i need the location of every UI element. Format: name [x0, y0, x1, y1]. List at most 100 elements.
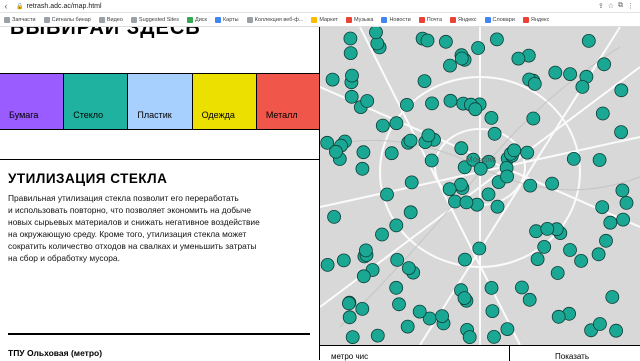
map-marker[interactable]: [526, 111, 541, 126]
map-marker[interactable]: [605, 290, 620, 304]
map-marker[interactable]: [343, 46, 358, 61]
map-marker[interactable]: [581, 33, 596, 48]
map-canvas[interactable]: [320, 27, 640, 345]
map-marker[interactable]: [520, 145, 535, 160]
map-marker[interactable]: [514, 280, 529, 295]
map-marker[interactable]: [481, 187, 496, 202]
map-marker[interactable]: [442, 182, 457, 197]
map-marker[interactable]: [619, 195, 634, 210]
category-clothes[interactable]: Одежда: [192, 74, 257, 129]
map-marker[interactable]: [370, 328, 385, 343]
map-marker[interactable]: [384, 146, 399, 161]
map-marker[interactable]: [343, 31, 358, 46]
map-marker[interactable]: [592, 153, 607, 167]
map-marker[interactable]: [472, 241, 487, 256]
map-marker[interactable]: [459, 195, 474, 210]
metro-search-input[interactable]: метро чис: [320, 346, 510, 361]
map-marker[interactable]: [325, 72, 340, 87]
map-marker[interactable]: [468, 102, 483, 117]
bookmark-item[interactable]: Яндекс: [522, 16, 549, 23]
bookmark-item[interactable]: Запчасти: [4, 16, 36, 23]
map-marker[interactable]: [550, 266, 565, 280]
map-marker[interactable]: [487, 329, 501, 344]
map-marker[interactable]: [389, 280, 404, 295]
map-marker[interactable]: [327, 209, 342, 224]
bookmark-item[interactable]: Сигналы бинар: [43, 16, 91, 23]
map-marker[interactable]: [471, 41, 486, 55]
map-marker[interactable]: [490, 199, 505, 214]
map-marker[interactable]: [485, 304, 500, 319]
map-marker[interactable]: [344, 89, 359, 104]
map[interactable]: Moscow: [320, 27, 640, 345]
map-marker[interactable]: [591, 247, 606, 262]
show-button[interactable]: Показать: [510, 346, 640, 361]
map-marker[interactable]: [328, 144, 343, 159]
extensions-icon[interactable]: ⧉: [618, 2, 623, 10]
map-marker[interactable]: [420, 33, 435, 48]
map-marker[interactable]: [484, 111, 499, 125]
map-marker[interactable]: [530, 252, 545, 267]
map-marker[interactable]: [443, 93, 458, 108]
map-marker[interactable]: [389, 218, 404, 233]
map-marker[interactable]: [566, 151, 581, 166]
bookmark-item[interactable]: Карты: [214, 16, 239, 23]
map-marker[interactable]: [404, 175, 419, 190]
map-marker[interactable]: [417, 74, 432, 88]
bookmark-item[interactable]: Suggested Sites: [130, 16, 179, 23]
map-marker[interactable]: [375, 118, 390, 133]
map-marker[interactable]: [425, 96, 439, 111]
map-marker[interactable]: [400, 319, 415, 334]
map-marker[interactable]: [355, 161, 370, 176]
map-marker[interactable]: [389, 116, 404, 131]
map-marker[interactable]: [574, 253, 589, 268]
map-marker[interactable]: [551, 309, 566, 324]
bookmark-item[interactable]: Видео: [98, 16, 123, 23]
map-marker[interactable]: [435, 309, 449, 324]
map-marker[interactable]: [403, 205, 418, 220]
map-marker[interactable]: [320, 257, 335, 272]
share-icon[interactable]: ⇪: [598, 2, 604, 10]
station-name[interactable]: ТПУ Ольховая (метро): [8, 348, 102, 358]
map-marker[interactable]: [356, 145, 371, 160]
map-marker[interactable]: [615, 183, 630, 198]
map-marker[interactable]: [369, 27, 383, 40]
map-marker[interactable]: [527, 77, 542, 91]
bookmark-item[interactable]: Новости: [381, 16, 411, 23]
map-marker[interactable]: [603, 215, 618, 230]
map-marker[interactable]: [345, 330, 360, 345]
map-marker[interactable]: [400, 98, 414, 112]
category-glass[interactable]: Стекло: [64, 74, 129, 129]
map-marker[interactable]: [454, 141, 469, 156]
map-marker[interactable]: [599, 233, 613, 248]
map-marker[interactable]: [563, 243, 577, 257]
map-marker[interactable]: [359, 243, 373, 258]
star-icon[interactable]: ☆: [608, 2, 614, 10]
map-marker[interactable]: [500, 169, 515, 184]
category-metal[interactable]: Металл: [256, 74, 319, 129]
map-marker[interactable]: [614, 125, 629, 139]
map-marker[interactable]: [457, 252, 472, 267]
map-marker[interactable]: [403, 133, 418, 148]
map-marker[interactable]: [616, 212, 631, 227]
map-marker[interactable]: [522, 292, 537, 307]
map-marker[interactable]: [597, 57, 612, 72]
map-marker[interactable]: [507, 143, 522, 158]
map-marker[interactable]: [595, 106, 610, 121]
map-marker[interactable]: [443, 58, 457, 73]
category-plastic[interactable]: Пластик: [128, 74, 193, 129]
map-marker[interactable]: [540, 221, 555, 236]
map-marker[interactable]: [356, 269, 371, 284]
map-marker[interactable]: [523, 178, 538, 193]
map-marker[interactable]: [563, 67, 578, 81]
bookmark-item[interactable]: Почта: [418, 16, 442, 23]
map-marker[interactable]: [484, 280, 499, 295]
bookmark-item[interactable]: Яндекс: [450, 16, 477, 23]
bookmark-item[interactable]: Музыка: [345, 16, 373, 23]
map-marker[interactable]: [457, 291, 472, 306]
map-marker[interactable]: [341, 296, 356, 311]
map-marker[interactable]: [401, 261, 416, 276]
bookmark-item[interactable]: Маркет: [311, 16, 338, 23]
map-marker[interactable]: [595, 200, 610, 215]
menu-icon[interactable]: ⋮: [627, 2, 634, 10]
map-marker[interactable]: [487, 126, 502, 141]
